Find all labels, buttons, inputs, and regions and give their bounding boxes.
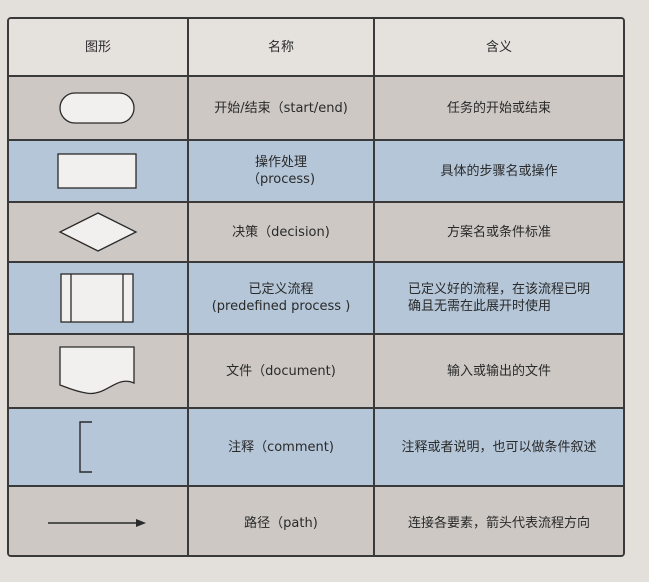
document-icon — [59, 346, 135, 395]
name-text-line2: (predefined process ) — [211, 299, 351, 314]
comment-bracket-icon — [79, 421, 92, 473]
meaning-text: 具体的步骤名或操作 — [440, 163, 558, 179]
shape-cell — [9, 263, 189, 333]
meaning-cell: 方案名或条件标准 — [375, 203, 623, 261]
table-row-start-end: 开始/结束（start/end) 任务的开始或结束 — [9, 77, 623, 141]
meaning-cell: 输入或输出的文件 — [375, 335, 623, 407]
shape-cell — [9, 487, 189, 555]
table-header-row: 图形 名称 含义 — [9, 19, 623, 77]
meaning-text-line1: 已定义好的流程，在该流程已明 — [407, 282, 590, 297]
decision-diamond-icon — [58, 212, 138, 252]
name-cell: 开始/结束（start/end) — [189, 77, 375, 139]
meaning-cell: 连接各要素，箭头代表流程方向 — [375, 487, 623, 555]
name-text: 开始/结束（start/end) — [214, 100, 348, 116]
name-cell: 注释（comment) — [189, 409, 375, 485]
name-text: 决策（decision) — [232, 224, 330, 240]
name-cell: 决策（decision) — [189, 203, 375, 261]
table-row-predefined-process: 已定义流程 (predefined process ) 已定义好的流程，在该流程… — [9, 263, 623, 335]
table-row-path: 路径（path) 连接各要素，箭头代表流程方向 — [9, 487, 623, 555]
meaning-text: 任务的开始或结束 — [446, 100, 551, 116]
flowchart-symbol-table: 图形 名称 含义 开始/结束（start/end) 任务的开始或结束 操作处理 … — [7, 17, 625, 557]
shape-cell — [9, 141, 189, 201]
meaning-text: 注释或者说明，也可以做条件叙述 — [401, 439, 597, 455]
table-row-decision: 决策（decision) 方案名或条件标准 — [9, 203, 623, 263]
header-shape: 图形 — [9, 19, 189, 75]
header-name: 名称 — [189, 19, 375, 75]
terminator-icon — [59, 92, 135, 124]
name-text: 路径（path) — [244, 515, 318, 531]
header-meaning: 含义 — [485, 39, 512, 55]
meaning-text-line2: 确且无需在此展开时使用 — [407, 299, 551, 314]
shape-cell — [9, 409, 189, 485]
shape-cell — [9, 77, 189, 139]
name-text: 文件（document) — [226, 363, 336, 379]
table-row-comment: 注释（comment) 注释或者说明，也可以做条件叙述 — [9, 409, 623, 487]
name-cell: 路径（path) — [189, 487, 375, 555]
meaning-cell: 具体的步骤名或操作 — [375, 141, 623, 201]
meaning-cell: 注释或者说明，也可以做条件叙述 — [375, 409, 623, 485]
name-text: 注释（comment) — [228, 439, 334, 455]
name-text-line1: 已定义流程 — [248, 282, 314, 297]
name-cell: 文件（document) — [189, 335, 375, 407]
meaning-text: 输入或输出的文件 — [446, 363, 551, 379]
name-text-line1: 操作处理 — [254, 155, 307, 170]
shape-cell — [9, 203, 189, 261]
table-row-process: 操作处理 （process) 具体的步骤名或操作 — [9, 141, 623, 203]
meaning-text: 连接各要素，箭头代表流程方向 — [407, 515, 590, 531]
meaning-cell: 已定义好的流程，在该流程已明 确且无需在此展开时使用 — [375, 263, 623, 333]
shape-cell — [9, 335, 189, 407]
name-text-line2: （process) — [246, 172, 316, 187]
meaning-cell: 任务的开始或结束 — [375, 77, 623, 139]
name-cell: 操作处理 （process) — [189, 141, 375, 201]
process-box-icon — [57, 153, 137, 189]
predefined-process-icon — [60, 273, 134, 323]
table-row-document: 文件（document) 输入或输出的文件 — [9, 335, 623, 409]
name-cell: 已定义流程 (predefined process ) — [189, 263, 375, 333]
meaning-text: 方案名或条件标准 — [446, 224, 551, 240]
arrow-icon — [48, 519, 146, 527]
